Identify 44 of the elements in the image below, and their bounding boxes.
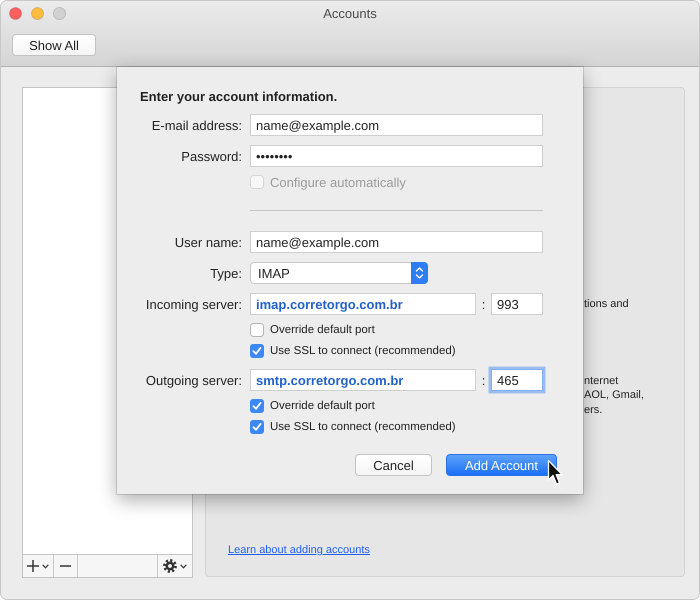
server-field[interactable]: smtp.corretorgo.com.br — [250, 369, 476, 391]
password-field[interactable]: •••••••• — [250, 145, 543, 167]
cancel-button[interactable]: Cancel — [355, 454, 432, 476]
port-colon: : — [480, 296, 486, 312]
pointer-icon — [547, 459, 564, 487]
caret-icon — [180, 564, 187, 568]
info-text: AOL, Gmail, — [584, 388, 644, 402]
up-down-arrows-icon — [411, 262, 428, 284]
sheet-heading: Enter your account information. — [140, 89, 338, 105]
port-field[interactable]: 993 — [491, 293, 543, 315]
type-select[interactable]: IMAP — [250, 262, 428, 284]
field-label: Type: — [209, 266, 243, 280]
minimize-icon[interactable] — [31, 7, 44, 20]
info-text: nternet — [584, 374, 618, 388]
field-label: Outgoing server: — [144, 372, 243, 388]
text-field[interactable]: name@example.com — [250, 114, 543, 136]
minus-icon — [60, 565, 71, 567]
plus-icon — [27, 560, 39, 572]
field-label: E-mail address: — [150, 118, 243, 132]
gear-icon — [163, 559, 177, 573]
checkbox[interactable] — [250, 420, 264, 434]
port-field[interactable]: 465 — [491, 369, 543, 391]
info-text: tions and — [584, 297, 629, 312]
checkbox-label: Use SSL to connect (recommended) — [270, 421, 456, 433]
checkbox-label: Use SSL to connect (recommended) — [270, 345, 456, 357]
checkbox-label: Override default port — [270, 400, 375, 412]
field-label: Incoming server: — [144, 296, 243, 312]
text-field[interactable]: name@example.com — [250, 231, 543, 253]
show-all-button[interactable]: Show All — [12, 34, 96, 56]
help-link[interactable]: Learn about adding accounts — [228, 544, 370, 556]
close-icon[interactable] — [9, 7, 22, 20]
checkbox-label: Configure automatically — [270, 174, 406, 190]
server-field[interactable]: imap.corretorgo.com.br — [250, 293, 476, 315]
checkbox[interactable] — [250, 399, 264, 413]
caret-icon — [42, 564, 49, 568]
window-title: Accounts — [323, 6, 377, 21]
checkbox-label: Override default port — [270, 324, 375, 336]
field-label: Password: — [180, 148, 243, 164]
add-account-button[interactable]: Add Account — [446, 454, 557, 476]
checkbox[interactable] — [250, 344, 264, 358]
info-text: ers. — [584, 402, 602, 417]
field-label: User name: — [174, 234, 243, 250]
checkbox[interactable] — [250, 323, 264, 337]
port-colon: : — [480, 372, 486, 388]
